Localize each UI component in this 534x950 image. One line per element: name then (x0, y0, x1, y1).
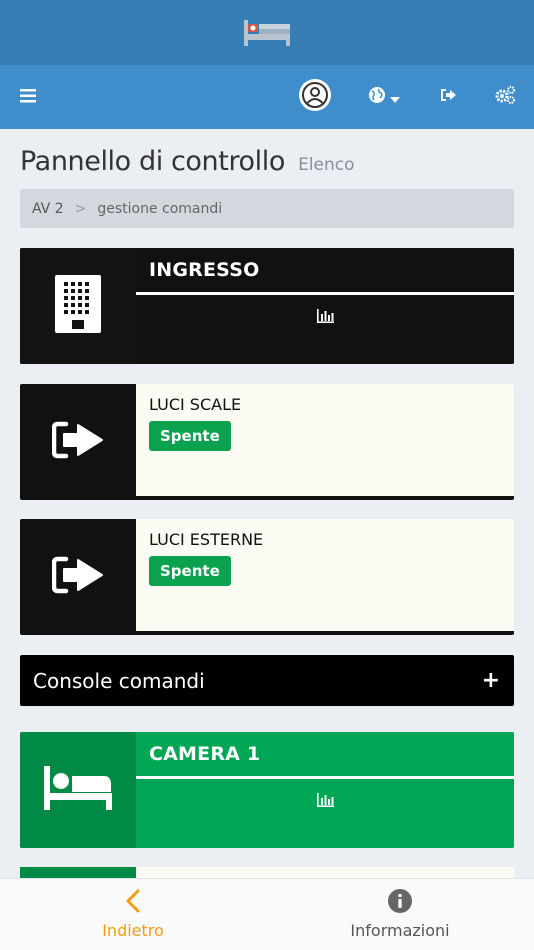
card-icon-panel (20, 732, 136, 848)
card-divider (136, 776, 514, 779)
status-badge[interactable]: Spente (149, 421, 231, 451)
group-card-ingresso[interactable]: INGRESSO (20, 248, 514, 364)
language-dropdown[interactable] (364, 65, 404, 129)
page-header: Pannello di controllo Elenco (20, 146, 514, 186)
info-icon (388, 889, 412, 917)
menu-button[interactable] (14, 65, 42, 129)
breadcrumb-item-home[interactable]: AV 2 (32, 201, 64, 217)
console-comandi-toggle[interactable]: Console comandi + (20, 655, 514, 706)
sign-in-icon (51, 555, 104, 599)
card-content: INGRESSO (136, 248, 514, 364)
back-tab-label: Indietro (102, 921, 164, 940)
console-label: Console comandi (33, 668, 205, 693)
bar-chart-icon[interactable] (317, 308, 334, 327)
breadcrumb: AV 2 > gestione comandi (20, 189, 514, 228)
globe-icon (368, 86, 386, 108)
bed-icon (44, 766, 112, 814)
page-title: Pannello di controllo (20, 146, 285, 177)
building-icon (55, 275, 101, 337)
card-title: INGRESSO (149, 259, 260, 281)
sign-in-icon (51, 420, 104, 464)
user-avatar-icon (298, 78, 332, 116)
card-icon-panel (20, 384, 136, 500)
info-tab-label: Informazioni (350, 921, 450, 940)
card-content: LUCI SCALE Spente (136, 384, 514, 500)
switch-card-luci-esterne[interactable]: LUCI ESTERNE Spente (20, 519, 514, 635)
settings-button[interactable] (490, 65, 520, 129)
breadcrumb-item-current: gestione comandi (97, 200, 223, 217)
group-card-camera-1[interactable]: CAMERA 1 (20, 732, 514, 848)
card-title: CAMERA 1 (149, 743, 261, 765)
card-icon-panel (20, 248, 136, 364)
breadcrumb-separator: > (74, 200, 87, 217)
info-tab[interactable]: Informazioni (340, 879, 460, 950)
plus-icon: + (481, 668, 500, 693)
bed-logo-icon (244, 18, 290, 48)
logout-button[interactable] (434, 65, 462, 129)
card-divider (136, 292, 514, 295)
status-badge[interactable]: Spente (149, 556, 231, 586)
chevron-left-icon (125, 889, 141, 917)
user-profile-button[interactable] (297, 65, 333, 129)
card-title: LUCI SCALE (149, 395, 242, 414)
page-subtitle: Elenco (298, 155, 355, 175)
card-title: LUCI ESTERNE (149, 530, 264, 549)
gears-icon (494, 85, 516, 109)
card-content: LUCI ESTERNE Spente (136, 519, 514, 635)
caret-down-icon (390, 88, 400, 107)
back-tab[interactable]: Indietro (84, 879, 182, 950)
card-content: CAMERA 1 (136, 732, 514, 848)
bottom-tab-bar: Indietro Informazioni (0, 878, 534, 950)
top-brand-bar (0, 0, 534, 65)
bar-chart-icon[interactable] (317, 792, 334, 811)
sign-out-icon (439, 87, 457, 107)
hamburger-icon (20, 88, 36, 107)
switch-card-luci-scale[interactable]: LUCI SCALE Spente (20, 384, 514, 500)
nav-bar (0, 65, 534, 129)
card-icon-panel (20, 519, 136, 635)
